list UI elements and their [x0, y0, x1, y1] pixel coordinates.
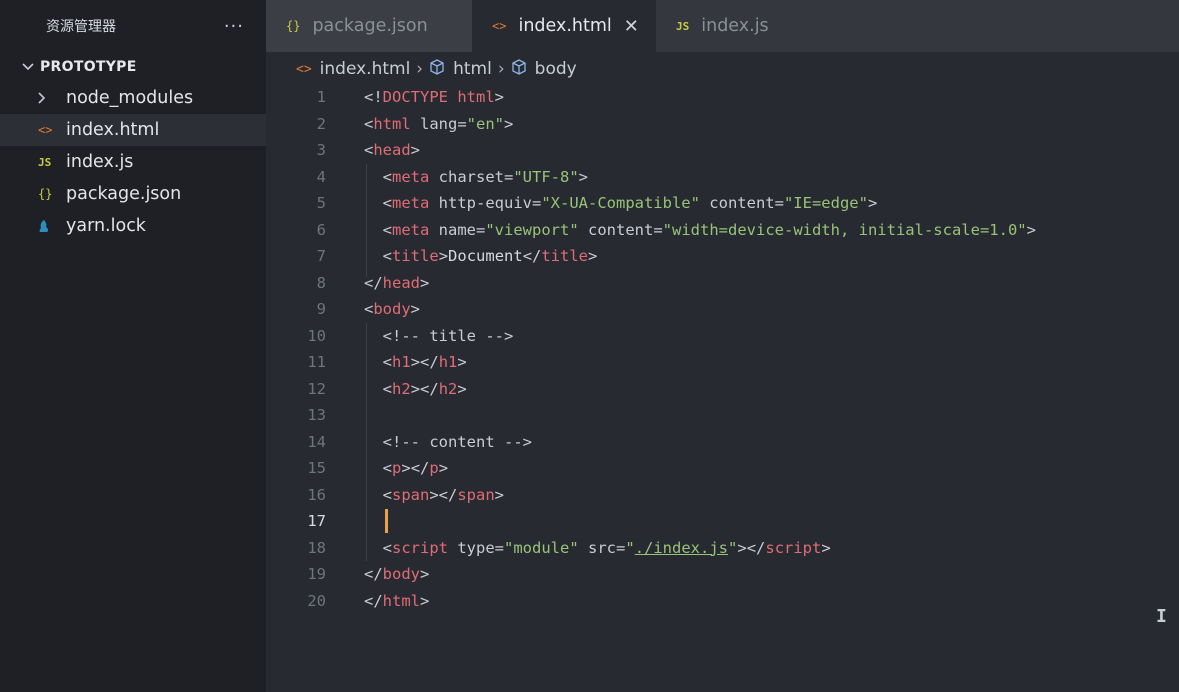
- js-icon: JS: [38, 155, 52, 169]
- current-line-number: 17: [307, 512, 326, 530]
- line-number: 18: [307, 538, 326, 557]
- tab-label: index.js: [701, 16, 769, 36]
- js-icon: JS: [676, 19, 690, 33]
- more-actions-icon[interactable]: ···: [224, 16, 244, 37]
- line-number: 6: [316, 220, 326, 239]
- code-line: </html>: [364, 591, 430, 610]
- line-number: 1: [316, 88, 326, 106]
- json-icon: {}: [38, 187, 53, 201]
- explorer-sidebar: 资源管理器 ··· PROTOTYPE node_modules <> inde…: [0, 0, 266, 692]
- mouse-ibeam-cursor-icon: I: [1156, 606, 1167, 627]
- tree-item-index-html[interactable]: <> index.html: [0, 114, 266, 146]
- tree-item-label: node_modules: [66, 88, 194, 108]
- breadcrumb-separator-icon: ›: [497, 59, 505, 79]
- tab-index-html[interactable]: <> index.html ✕: [472, 0, 656, 52]
- code-line: <p></p>: [382, 459, 449, 477]
- line-number: 13: [307, 406, 326, 424]
- yarn-icon: [38, 219, 66, 233]
- code-line: <title>Document</title>: [382, 247, 598, 265]
- line-number-gutter: 1 2 3 4 5 6 7 8 9 10 11 12 13 14 15 16 1…: [266, 84, 326, 614]
- line-number: 20: [307, 591, 326, 610]
- json-icon: {}: [286, 19, 301, 33]
- line-number: 11: [307, 353, 326, 371]
- code-line: <!-- content -->: [382, 432, 532, 451]
- line-number: 16: [307, 485, 326, 504]
- html-icon: <>: [492, 19, 507, 33]
- tree-item-package-json[interactable]: {} package.json: [0, 178, 266, 210]
- code-lines: <!DOCTYPE html> <html lang="en"> <head> …: [364, 84, 1036, 614]
- script-src-link[interactable]: ./index.js: [635, 539, 728, 557]
- code-line: </head>: [364, 273, 430, 292]
- editor-tabbar: {} package.json <> index.html ✕ JS index…: [266, 0, 1179, 52]
- tree-item-label: package.json: [66, 184, 182, 204]
- code-line: </body>: [364, 565, 430, 583]
- breadcrumb-separator-icon: ›: [416, 59, 424, 79]
- html-icon: <>: [296, 61, 312, 77]
- code-line-current: [364, 508, 1036, 535]
- code-line: <span></span>: [382, 485, 505, 504]
- chevron-right-icon: [38, 92, 66, 104]
- code-line: <meta charset="UTF-8">: [382, 167, 589, 186]
- cube-icon: [429, 59, 445, 79]
- line-number: 10: [307, 326, 326, 345]
- tab-label: package.json: [312, 16, 428, 36]
- tree-item-label: yarn.lock: [66, 216, 146, 236]
- code-line: <!-- title -->: [382, 326, 514, 345]
- section-title-label: PROTOTYPE: [40, 59, 137, 75]
- line-number: 7: [316, 247, 326, 265]
- cube-icon: [511, 59, 527, 79]
- line-number: 5: [316, 194, 326, 212]
- code-line: <body>: [364, 300, 421, 318]
- code-line: <!DOCTYPE html>: [364, 88, 505, 106]
- line-number: 3: [316, 141, 326, 159]
- line-number: 14: [307, 432, 326, 451]
- explorer-title: 资源管理器: [46, 19, 116, 35]
- tree-item-index-js[interactable]: JS index.js: [0, 146, 266, 178]
- line-number: 4: [316, 167, 326, 186]
- line-number: 15: [307, 459, 326, 477]
- code-line: <script type="module" src="./index.js"><…: [382, 538, 831, 557]
- code-line: <h2></h2>: [382, 379, 467, 398]
- tab-index-js[interactable]: JS index.js: [656, 0, 796, 52]
- tree-item-yarn-lock[interactable]: yarn.lock: [0, 210, 266, 242]
- tab-package-json[interactable]: {} package.json: [266, 0, 472, 52]
- tree-item-node-modules[interactable]: node_modules: [0, 82, 266, 114]
- chevron-down-icon: [22, 60, 40, 75]
- breadcrumb-item-body[interactable]: body: [535, 59, 577, 79]
- code-line: <meta http-equiv="X-UA-Compatible" conte…: [382, 194, 878, 212]
- code-line: <h1></h1>: [382, 353, 467, 371]
- tree-item-label: index.html: [66, 120, 160, 140]
- breadcrumb-item-html[interactable]: html: [453, 59, 492, 79]
- folder-section-prototype[interactable]: PROTOTYPE: [0, 52, 266, 82]
- breadcrumb-item-file[interactable]: index.html: [320, 59, 411, 79]
- close-icon[interactable]: ✕: [624, 16, 639, 37]
- tab-label: index.html: [518, 16, 612, 36]
- explorer-header: 资源管理器 ···: [0, 0, 266, 52]
- line-number: 2: [316, 114, 326, 133]
- line-number: 9: [316, 300, 326, 318]
- line-number: 8: [316, 273, 326, 292]
- code-line: <html lang="en">: [364, 114, 514, 133]
- line-number: 19: [307, 565, 326, 583]
- code-line: <meta name="viewport" content="width=dev…: [382, 220, 1036, 239]
- html-icon: <>: [38, 123, 53, 137]
- line-number: 12: [307, 379, 326, 398]
- code-line: <head>: [364, 141, 421, 159]
- tree-item-label: index.js: [66, 152, 134, 172]
- breadcrumb: <> index.html › html › body: [296, 56, 577, 82]
- code-editor[interactable]: 1 2 3 4 5 6 7 8 9 10 11 12 13 14 15 16 1…: [266, 84, 1179, 692]
